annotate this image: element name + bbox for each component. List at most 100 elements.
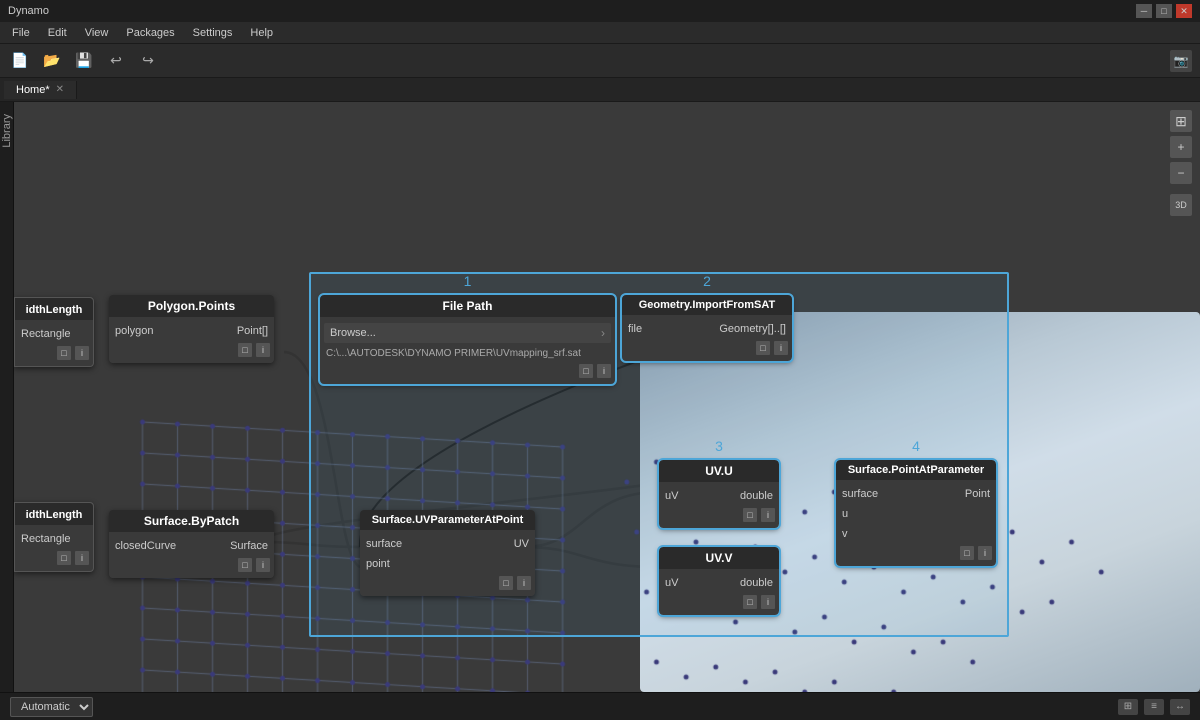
node-info-btn[interactable]: i — [761, 595, 775, 609]
browse-label: Browse... — [330, 327, 376, 339]
port-label: Rectangle — [21, 533, 71, 545]
port-u-label: u — [842, 508, 848, 520]
viewport-controls: ⊞ + − 3D — [1170, 110, 1192, 216]
node-info-btn[interactable]: i — [75, 551, 89, 565]
node-title: Surface.UVParameterAtPoint — [372, 514, 524, 526]
node-title: UV.V — [706, 551, 733, 565]
node-number-4: 4 — [912, 438, 920, 454]
width-length-top-node[interactable]: idthLength Rectangle □ i — [14, 297, 94, 367]
menu-edit[interactable]: Edit — [40, 25, 75, 41]
node-title: idthLength — [26, 509, 83, 521]
node-preview-btn[interactable]: □ — [756, 341, 770, 355]
restore-button[interactable]: □ — [1156, 4, 1172, 18]
node-title: Surface.ByPatch — [144, 514, 239, 528]
node-info-btn[interactable]: i — [75, 346, 89, 360]
node-title: Geometry.ImportFromSAT — [639, 299, 776, 311]
save-button[interactable]: 💾 — [72, 49, 96, 73]
camera-button[interactable]: 📷 — [1170, 50, 1192, 72]
port-out-label: Point — [965, 488, 990, 500]
port-out-label: Geometry[]..[] — [719, 323, 786, 335]
node-info-btn[interactable]: i — [978, 546, 992, 560]
3d-view-button[interactable]: 3D — [1170, 194, 1192, 216]
node-preview-btn[interactable]: □ — [743, 595, 757, 609]
node-info-btn[interactable]: i — [517, 576, 531, 590]
port-in-label: uV — [665, 577, 678, 589]
port-surface-label: surface — [842, 488, 878, 500]
port-in-label: file — [628, 323, 642, 335]
workspace: Library — [0, 102, 1200, 692]
browse-arrow: › — [601, 326, 605, 340]
port-in-label: polygon — [115, 325, 154, 337]
node-preview-btn[interactable]: □ — [238, 343, 252, 357]
menu-bar: File Edit View Packages Settings Help — [0, 22, 1200, 44]
node-info-btn[interactable]: i — [761, 508, 775, 522]
port-in-label: uV — [665, 490, 678, 502]
menu-file[interactable]: File — [4, 25, 38, 41]
node-title: File Path — [442, 299, 492, 313]
node-preview-btn[interactable]: □ — [743, 508, 757, 522]
toolbar: 📄 📂 💾 ↩ ↪ 📷 — [0, 44, 1200, 78]
library-sidebar[interactable]: Library — [0, 102, 14, 692]
run-mode-select[interactable]: Automatic Manual — [10, 697, 93, 717]
port-surface-label: surface — [366, 538, 402, 550]
file-path-node[interactable]: 1 File Path Browse... › C:\...\AUTODESK\… — [320, 295, 615, 384]
node-info-btn[interactable]: i — [774, 341, 788, 355]
node-preview-btn[interactable]: □ — [960, 546, 974, 560]
node-preview-btn[interactable]: □ — [57, 346, 71, 360]
file-path-value: C:\...\AUTODESK\DYNAMO PRIMER\UVmapping_… — [326, 348, 581, 359]
library-tab[interactable]: Library — [0, 110, 15, 152]
polygon-points-node[interactable]: Polygon.Points polygon Point[] □ i — [109, 295, 274, 363]
node-title: UV.U — [705, 464, 733, 478]
tab-bar: Home* ✕ — [0, 78, 1200, 102]
zoom-in-button[interactable]: + — [1170, 136, 1192, 158]
node-preview-btn[interactable]: □ — [238, 558, 252, 572]
port-out-label: Surface — [230, 540, 268, 552]
width-length-bottom-node[interactable]: idthLength Rectangle □ i — [14, 502, 94, 572]
node-number-3: 3 — [715, 438, 723, 454]
new-button[interactable]: 📄 — [8, 49, 32, 73]
menu-help[interactable]: Help — [242, 25, 281, 41]
port-point-label: point — [366, 558, 390, 570]
home-tab[interactable]: Home* ✕ — [4, 81, 77, 99]
port-out-label: double — [740, 490, 773, 502]
tab-close-icon[interactable]: ✕ — [56, 84, 64, 95]
tab-label: Home* — [16, 84, 50, 96]
node-title: Surface.PointAtParameter — [848, 464, 984, 476]
minimize-button[interactable]: ─ — [1136, 4, 1152, 18]
status-bar: Automatic Manual ⊞ ≡ ↔ — [0, 692, 1200, 720]
port-label: Rectangle — [21, 328, 71, 340]
status-icon-2[interactable]: ≡ — [1144, 699, 1164, 715]
menu-settings[interactable]: Settings — [185, 25, 241, 41]
app-title: Dynamo — [8, 5, 49, 17]
surface-point-at-param-node[interactable]: 4 Surface.PointAtParameter surface Point… — [836, 460, 996, 566]
node-info-btn[interactable]: i — [597, 364, 611, 378]
open-button[interactable]: 📂 — [40, 49, 64, 73]
node-preview-btn[interactable]: □ — [579, 364, 593, 378]
node-number-2: 2 — [703, 273, 711, 289]
node-preview-btn[interactable]: □ — [499, 576, 513, 590]
node-info-btn[interactable]: i — [256, 558, 270, 572]
node-info-btn[interactable]: i — [256, 343, 270, 357]
node-title: idthLength — [26, 304, 83, 316]
close-button[interactable]: ✕ — [1176, 4, 1192, 18]
redo-button[interactable]: ↪ — [136, 49, 160, 73]
status-icon-3[interactable]: ↔ — [1170, 699, 1190, 715]
uv-v-node[interactable]: UV.V uV double □ i — [659, 547, 779, 615]
undo-button[interactable]: ↩ — [104, 49, 128, 73]
port-in-label: closedCurve — [115, 540, 176, 552]
surface-uvparam-node[interactable]: Surface.UVParameterAtPoint surface UV po… — [360, 510, 535, 596]
menu-view[interactable]: View — [77, 25, 117, 41]
port-out-label: UV — [514, 538, 529, 550]
canvas[interactable]: idthLength Rectangle □ i Polygon.Points … — [14, 102, 1200, 692]
port-v-label: v — [842, 528, 848, 540]
geometry-import-node[interactable]: 2 Geometry.ImportFromSAT file Geometry[]… — [622, 295, 792, 361]
surface-by-patch-node[interactable]: Surface.ByPatch closedCurve Surface □ i — [109, 510, 274, 578]
uv-u-node[interactable]: 3 UV.U uV double □ i — [659, 460, 779, 528]
status-icon-1[interactable]: ⊞ — [1118, 699, 1138, 715]
fit-view-button[interactable]: ⊞ — [1170, 110, 1192, 132]
zoom-out-button[interactable]: − — [1170, 162, 1192, 184]
port-out-label: Point[] — [237, 325, 268, 337]
node-preview-btn[interactable]: □ — [57, 551, 71, 565]
status-icons: ⊞ ≡ ↔ — [1118, 699, 1190, 715]
menu-packages[interactable]: Packages — [118, 25, 182, 41]
